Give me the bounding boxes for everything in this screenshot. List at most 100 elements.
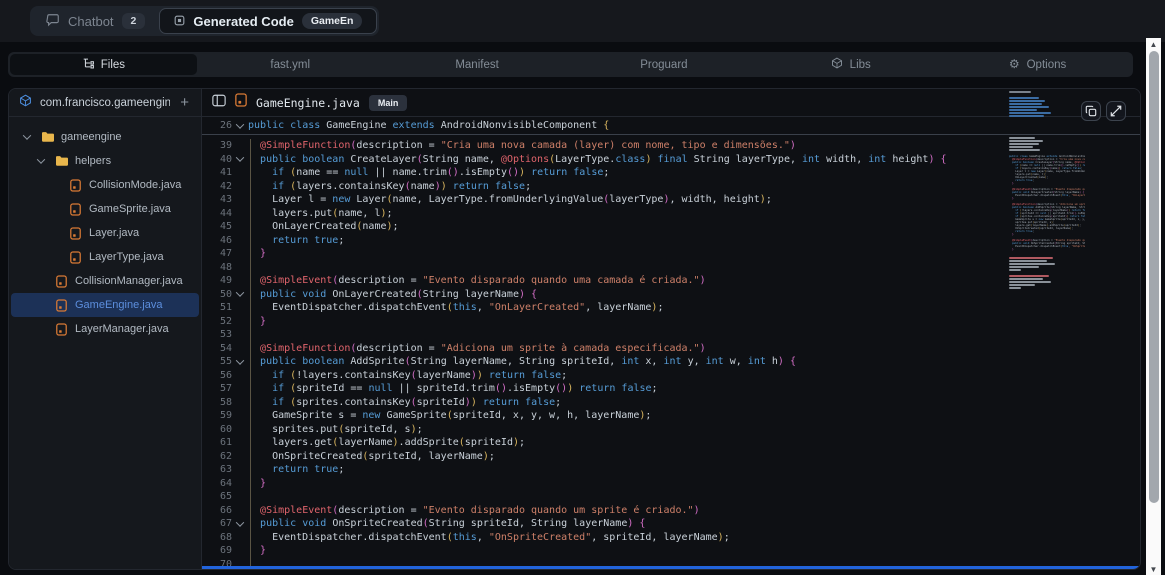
tab-libs[interactable]: Libs xyxy=(757,54,944,75)
file-tab-bar: Filesfast.yml Manifest Proguard Libs ⚙Option… xyxy=(8,52,1133,77)
chatbot-count-badge: 2 xyxy=(122,13,146,29)
line-number: 47 xyxy=(202,248,232,259)
line-number: 48 xyxy=(202,262,232,273)
code-line: 46 return true; xyxy=(202,234,1140,248)
sticky-line: 26public class GameEngine extends Androi… xyxy=(202,117,1140,135)
package-icon xyxy=(831,57,843,72)
code-text: return true; xyxy=(248,464,344,475)
file-tree-icon xyxy=(82,57,94,72)
editor-accent-bar xyxy=(202,566,1140,569)
code-area[interactable]: 39 @SimpleFunction(description = "Cria u… xyxy=(202,135,1140,569)
fold-chevron-icon[interactable] xyxy=(232,156,248,162)
code-line: 39 @SimpleFunction(description = "Cria u… xyxy=(202,139,1140,153)
tab-label: Manifest xyxy=(455,59,498,71)
scrollbar-down-arrow[interactable]: ▼ xyxy=(1146,563,1161,575)
tab-options[interactable]: ⚙Options xyxy=(944,54,1131,75)
tree-item-helpers[interactable]: helpers xyxy=(11,149,199,173)
scrollbar-thumb[interactable] xyxy=(1149,51,1159,503)
code-line: 52 } xyxy=(202,315,1140,329)
line-number: 64 xyxy=(202,478,232,489)
tree-item-layermanager-java[interactable]: LayerManager.java xyxy=(11,317,199,341)
code-text: if (layers.containsKey(name)) return fal… xyxy=(248,181,531,192)
tree-item-gamesprite-java[interactable]: GameSprite.java xyxy=(11,197,199,221)
code-line: 61 layers.get(layerName).addSprite(sprit… xyxy=(202,436,1140,450)
code-line: 49 @SimpleEvent(description = "Evento di… xyxy=(202,274,1140,288)
toggle-sidebar-icon[interactable] xyxy=(212,94,226,112)
code-text: Layer l = new Layer(name, LayerType.from… xyxy=(248,194,772,205)
code-line: 47 } xyxy=(202,247,1140,261)
chevron-down-icon[interactable] xyxy=(20,134,34,140)
line-number: 69 xyxy=(202,545,232,556)
code-text: public class GameEngine extends AndroidN… xyxy=(248,120,609,131)
code-line: 62 OnSpriteCreated(spriteId, layerName); xyxy=(202,450,1140,464)
code-line: 55 public boolean AddSprite(String layer… xyxy=(202,355,1140,369)
fold-chevron-icon[interactable] xyxy=(232,359,248,365)
tab-generated-code-label: Generated Code xyxy=(193,14,293,29)
line-number: 65 xyxy=(202,491,232,502)
tree-item-gameengine-java[interactable]: GameEngine.java xyxy=(11,293,199,317)
scrollbar-up-arrow[interactable]: ▲ xyxy=(1146,38,1161,50)
tab-files[interactable]: Files xyxy=(10,54,197,75)
chevron-down-icon[interactable] xyxy=(34,158,48,164)
tree-item-gameengine[interactable]: gameengine xyxy=(11,125,199,149)
java-file-icon xyxy=(68,251,83,264)
file-explorer-sidebar: com.francisco.gameengine + gameenginehel… xyxy=(9,89,201,569)
code-line: 53 xyxy=(202,328,1140,342)
java-file-icon xyxy=(54,299,69,312)
tab-proguard[interactable]: Proguard xyxy=(570,54,757,75)
code-line: 65 xyxy=(202,490,1140,504)
code-text: sprites.put(spriteId, s); xyxy=(248,424,423,435)
file-tree: gameenginehelpers CollisionMode.java GameS… xyxy=(9,117,201,341)
code-text: public boolean AddSprite(String layerNam… xyxy=(248,356,796,367)
code-text: if (name == null || name.trim().isEmpty(… xyxy=(248,167,609,178)
app-window: Chatbot 2 Generated Code GameEn Filesfas… xyxy=(0,0,1165,575)
line-number: 51 xyxy=(202,302,232,313)
code-text: public boolean CreateLayer(String name, … xyxy=(248,154,947,165)
java-file-icon xyxy=(68,227,83,240)
line-number: 66 xyxy=(202,505,232,516)
line-number: 68 xyxy=(202,532,232,543)
tab-chatbot-label: Chatbot xyxy=(68,14,114,29)
tab-manifest[interactable]: Manifest xyxy=(384,54,571,75)
copy-code-button[interactable] xyxy=(1081,101,1101,121)
code-text: EventDispatcher.dispatchEvent(this, "OnL… xyxy=(248,302,663,313)
tab-label: Libs xyxy=(850,59,871,71)
code-line: 54 @SimpleFunction(description = "Adicio… xyxy=(202,342,1140,356)
code-line: 58 if (sprites.containsKey(spriteId)) re… xyxy=(202,396,1140,410)
tab-fast-yml[interactable]: fast.yml xyxy=(197,54,384,75)
tree-item-layer-java[interactable]: Layer.java xyxy=(11,221,199,245)
tab-chatbot[interactable]: Chatbot 2 xyxy=(32,8,159,34)
line-number: 42 xyxy=(202,181,232,192)
add-file-button[interactable]: + xyxy=(178,95,191,110)
code-text: if (!layers.containsKey(layerName)) retu… xyxy=(248,370,567,381)
tree-item-label: CollisionMode.java xyxy=(89,179,181,191)
fold-chevron-icon[interactable] xyxy=(232,291,248,297)
tree-item-layertype-java[interactable]: LayerType.java xyxy=(11,245,199,269)
line-number: 61 xyxy=(202,437,232,448)
code-text: if (spriteId == null || spriteId.trim().… xyxy=(248,383,658,394)
fold-chevron-icon[interactable] xyxy=(232,521,248,527)
tree-item-label: GameSprite.java xyxy=(89,203,171,215)
package-cube-icon xyxy=(19,94,32,112)
line-number: 57 xyxy=(202,383,232,394)
code-line: 50 public void OnLayerCreated(String lay… xyxy=(202,288,1140,302)
code-text: return true; xyxy=(248,235,344,246)
java-file-icon xyxy=(68,203,83,216)
page-scrollbar[interactable]: ▲ ▼ xyxy=(1146,38,1161,575)
line-number: 43 xyxy=(202,194,232,205)
tree-item-collisionmode-java[interactable]: CollisionMode.java xyxy=(11,173,199,197)
fold-chevron-icon[interactable] xyxy=(232,123,248,129)
java-file-icon xyxy=(68,179,83,192)
code-line: 63 return true; xyxy=(202,463,1140,477)
expand-code-button[interactable] xyxy=(1106,101,1126,121)
copy-icon xyxy=(1085,105,1097,117)
expand-icon xyxy=(1110,105,1122,117)
line-number: 58 xyxy=(202,397,232,408)
tree-item-collisionmanager-java[interactable]: CollisionManager.java xyxy=(11,269,199,293)
tab-label: Proguard xyxy=(640,59,687,71)
tab-generated-code[interactable]: Generated Code GameEn xyxy=(159,8,377,34)
java-file-icon xyxy=(54,275,69,288)
line-number: 67 xyxy=(202,518,232,529)
code-text: @SimpleFunction(description = "Cria uma … xyxy=(248,140,796,151)
line-number: 55 xyxy=(202,356,232,367)
